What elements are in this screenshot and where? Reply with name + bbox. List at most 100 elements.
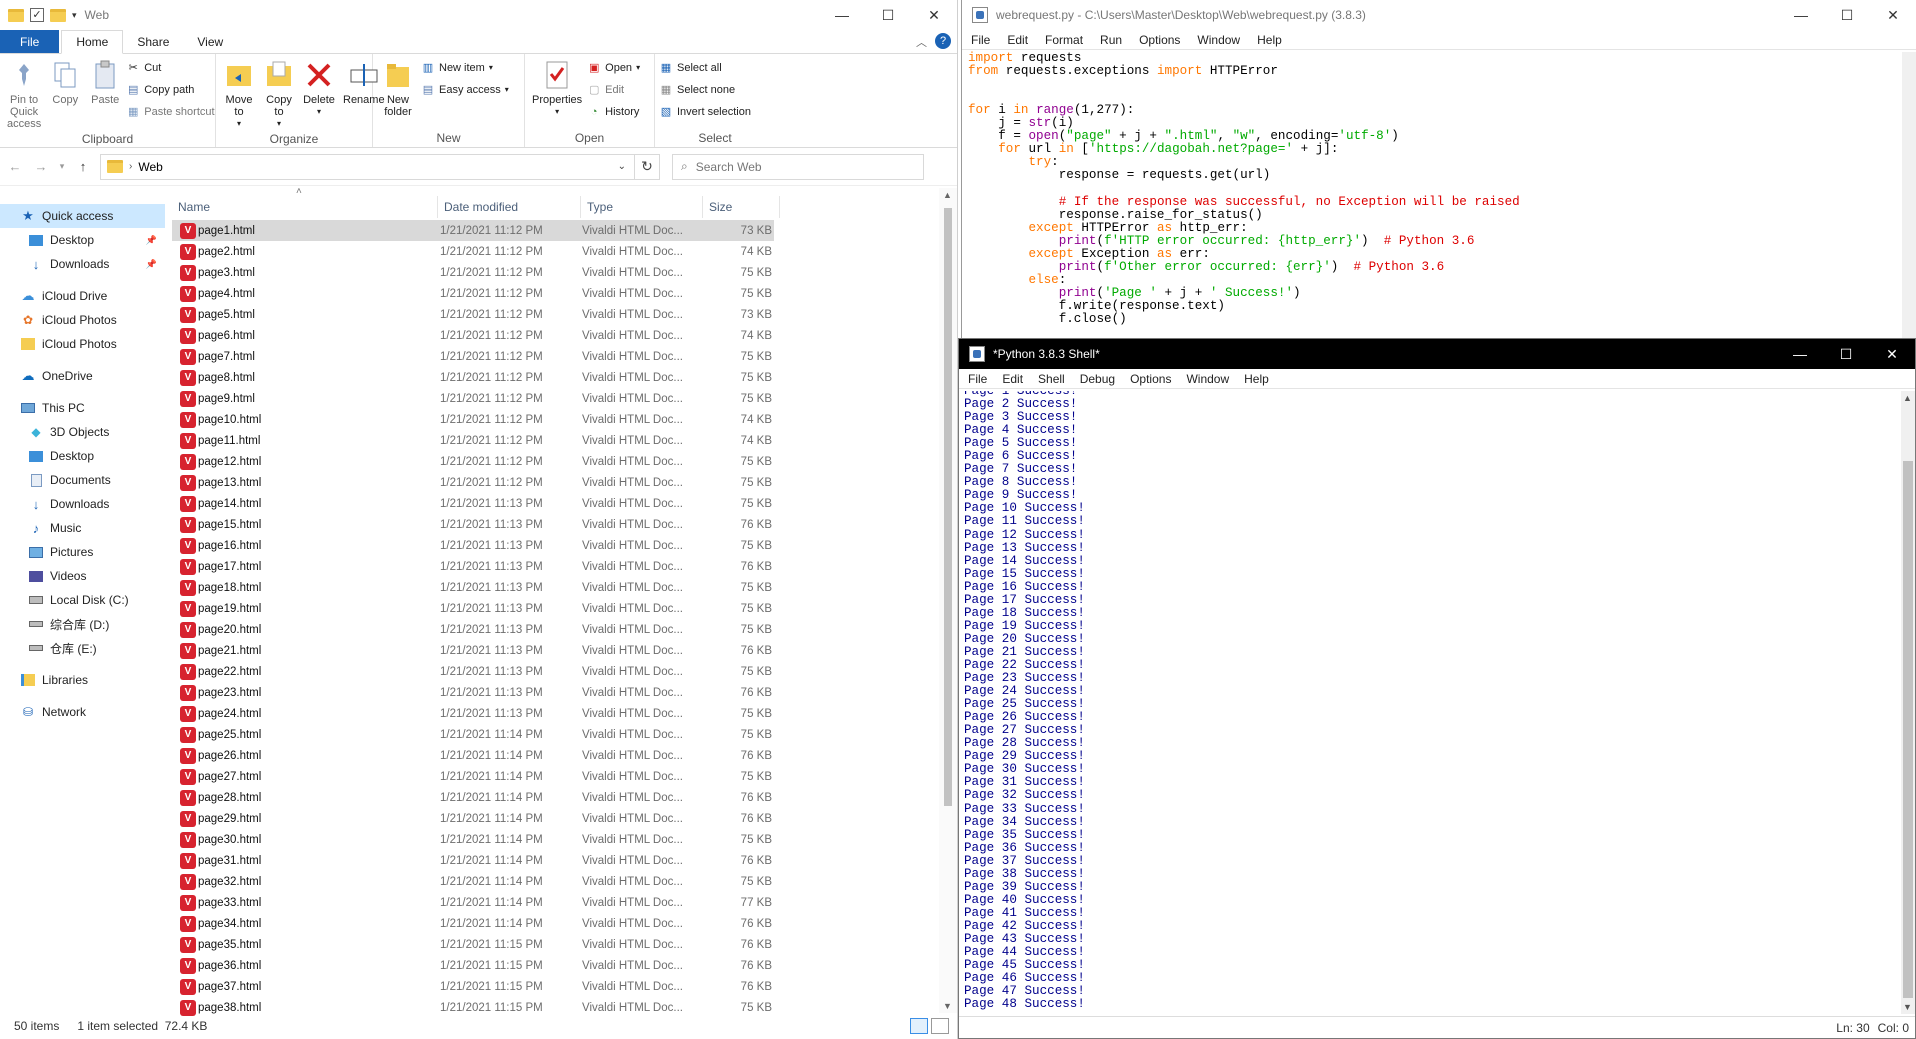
file-row[interactable]: Vpage1.html 1/21/2021 11:12 PM Vivaldi HTM… [172, 220, 774, 241]
nav-item-videos[interactable]: Videos [0, 564, 165, 588]
minimize-button[interactable]: — [819, 0, 865, 30]
menu-help[interactable]: Help [1257, 33, 1282, 47]
file-row[interactable]: Vpage23.html 1/21/2021 11:13 PM Vivaldi HT… [172, 682, 774, 703]
new-item-button[interactable]: ▥ New item ▾ [421, 58, 509, 77]
menu-options[interactable]: Options [1139, 33, 1180, 47]
nav-item-仓库-e-[interactable]: 仓库 (E:) [0, 636, 165, 660]
file-row[interactable]: Vpage27.html 1/21/2021 11:14 PM Vivaldi HT… [172, 766, 774, 787]
invert-selection-button[interactable]: ▧ Invert selection [659, 102, 751, 121]
menu-edit[interactable]: Edit [1007, 33, 1028, 47]
nav-item-libraries[interactable]: Libraries [0, 668, 165, 692]
code-area[interactable]: import requests from requests.exceptions … [968, 51, 1896, 326]
close-button[interactable]: ✕ [911, 0, 957, 30]
editor-maximize-button[interactable]: ☐ [1824, 0, 1870, 30]
nav-item-downloads[interactable]: ↓ Downloads 📌 [0, 252, 165, 276]
nav-item-network[interactable]: ⛁ Network [0, 700, 165, 724]
nav-item-desktop[interactable]: Desktop [0, 444, 165, 468]
large-icons-view-icon[interactable] [931, 1018, 949, 1034]
file-row[interactable]: Vpage32.html 1/21/2021 11:14 PM Vivaldi HT… [172, 871, 774, 892]
search-input[interactable]: ⌕ Search Web [672, 153, 924, 180]
menu-debug[interactable]: Debug [1080, 372, 1115, 386]
recent-locations-icon[interactable]: ▾ [58, 161, 66, 172]
file-row[interactable]: Vpage8.html 1/21/2021 11:12 PM Vivaldi HTM… [172, 367, 774, 388]
column-type[interactable]: Type [581, 196, 703, 218]
nav-item-综合库-d-[interactable]: 综合库 (D:) [0, 612, 165, 636]
editor-minimize-button[interactable]: — [1778, 0, 1824, 30]
nav-item-onedrive[interactable]: ☁ OneDrive [0, 364, 165, 388]
file-row[interactable]: Vpage21.html 1/21/2021 11:13 PM Vivaldi HT… [172, 640, 774, 661]
file-row[interactable]: Vpage13.html 1/21/2021 11:12 PM Vivaldi HT… [172, 472, 774, 493]
menu-options[interactable]: Options [1130, 372, 1171, 386]
editor-scrollbar[interactable] [1902, 52, 1916, 338]
cut-button[interactable]: ✂ Cut [126, 58, 214, 77]
copy-button[interactable]: Copy [46, 56, 84, 132]
copy-path-button[interactable]: ▤ Copy path [126, 80, 214, 99]
forward-arrow-icon[interactable]: → [32, 159, 50, 174]
file-row[interactable]: Vpage34.html 1/21/2021 11:14 PM Vivaldi HT… [172, 913, 774, 934]
collapse-ribbon-icon[interactable]: ︿ [916, 34, 927, 50]
shell-close-button[interactable]: ✕ [1869, 339, 1915, 369]
file-row[interactable]: Vpage10.html 1/21/2021 11:12 PM Vivaldi HT… [172, 409, 774, 430]
nav-item-3d-objects[interactable]: ◆ 3D Objects [0, 420, 165, 444]
file-row[interactable]: Vpage18.html 1/21/2021 11:13 PM Vivaldi HT… [172, 577, 774, 598]
new-folder-button[interactable]: New folder [377, 56, 419, 131]
tab-file[interactable]: File [0, 30, 60, 53]
file-row[interactable]: Vpage22.html 1/21/2021 11:13 PM Vivaldi HT… [172, 661, 774, 682]
nav-item-icloud-photos[interactable]: iCloud Photos [0, 332, 165, 356]
file-row[interactable]: Vpage17.html 1/21/2021 11:13 PM Vivaldi HT… [172, 556, 774, 577]
move-to-button[interactable]: Move to ▾ [220, 56, 258, 132]
editor-close-button[interactable]: ✕ [1870, 0, 1916, 30]
scrollbar-thumb[interactable] [944, 208, 952, 806]
tab-home[interactable]: Home [61, 30, 124, 54]
delete-button[interactable]: Delete ▾ [300, 56, 338, 132]
file-row[interactable]: Vpage6.html 1/21/2021 11:12 PM Vivaldi HTM… [172, 325, 774, 346]
select-none-button[interactable]: ▦ Select none [659, 80, 751, 99]
refresh-button[interactable]: ↻ [634, 153, 660, 180]
shell-scroll-up-icon[interactable]: ▲ [1903, 393, 1912, 403]
menu-help[interactable]: Help [1244, 372, 1269, 386]
file-row[interactable]: Vpage30.html 1/21/2021 11:14 PM Vivaldi HT… [172, 829, 774, 850]
file-row[interactable]: Vpage12.html 1/21/2021 11:12 PM Vivaldi HT… [172, 451, 774, 472]
nav-item-this-pc[interactable]: This PC [0, 396, 165, 420]
file-row[interactable]: Vpage31.html 1/21/2021 11:14 PM Vivaldi HT… [172, 850, 774, 871]
file-row[interactable]: Vpage15.html 1/21/2021 11:13 PM Vivaldi HT… [172, 514, 774, 535]
tab-view[interactable]: View [183, 30, 237, 53]
file-row[interactable]: Vpage37.html 1/21/2021 11:15 PM Vivaldi HT… [172, 976, 774, 997]
file-row[interactable]: Vpage24.html 1/21/2021 11:13 PM Vivaldi HT… [172, 703, 774, 724]
file-row[interactable]: Vpage36.html 1/21/2021 11:15 PM Vivaldi HT… [172, 955, 774, 976]
file-row[interactable]: Vpage29.html 1/21/2021 11:14 PM Vivaldi HT… [172, 808, 774, 829]
pin-to-quick-access-button[interactable]: Pin to Quick access [4, 56, 44, 132]
file-row[interactable]: Vpage20.html 1/21/2021 11:13 PM Vivaldi HT… [172, 619, 774, 640]
edit-button[interactable]: ▢ Edit [587, 80, 640, 99]
nav-item-documents[interactable]: Documents [0, 468, 165, 492]
menu-format[interactable]: Format [1045, 33, 1083, 47]
file-row[interactable]: Vpage19.html 1/21/2021 11:13 PM Vivaldi HT… [172, 598, 774, 619]
column-name[interactable]: Name [172, 196, 438, 218]
breadcrumb-web[interactable]: Web [138, 160, 162, 174]
nav-item-icloud-drive[interactable]: ☁ iCloud Drive [0, 284, 165, 308]
nav-item-desktop[interactable]: Desktop 📌 [0, 228, 165, 252]
details-view-icon[interactable] [910, 1018, 928, 1034]
file-row[interactable]: Vpage33.html 1/21/2021 11:14 PM Vivaldi HT… [172, 892, 774, 913]
file-row[interactable]: Vpage5.html 1/21/2021 11:12 PM Vivaldi HTM… [172, 304, 774, 325]
shell-scrollbar-thumb[interactable] [1903, 461, 1913, 998]
shell-scroll-down-icon[interactable]: ▼ [1903, 1002, 1912, 1012]
file-row[interactable]: Vpage2.html 1/21/2021 11:12 PM Vivaldi HTM… [172, 241, 774, 262]
properties-check-icon[interactable]: ✓ [30, 8, 44, 22]
menu-window[interactable]: Window [1197, 33, 1240, 47]
file-row[interactable]: Vpage9.html 1/21/2021 11:12 PM Vivaldi HTM… [172, 388, 774, 409]
menu-shell[interactable]: Shell [1038, 372, 1065, 386]
file-row[interactable]: Vpage16.html 1/21/2021 11:13 PM Vivaldi HT… [172, 535, 774, 556]
nav-item-local-disk-c-[interactable]: Local Disk (C:) [0, 588, 165, 612]
up-arrow-icon[interactable]: ↑ [74, 159, 92, 174]
menu-file[interactable]: File [968, 372, 987, 386]
select-all-button[interactable]: ▦ Select all [659, 58, 751, 77]
nav-item-quick-access[interactable]: ★ Quick access [0, 204, 165, 228]
nav-item-icloud-photos[interactable]: ✿ iCloud Photos [0, 308, 165, 332]
shell-scrollbar[interactable]: ▲ ▼ [1901, 391, 1915, 1014]
properties-button[interactable]: Properties ▾ [529, 56, 585, 131]
column-size[interactable]: Size [703, 196, 780, 218]
scroll-down-icon[interactable]: ▼ [943, 1001, 952, 1011]
open-button[interactable]: ▣ Open ▾ [587, 58, 640, 77]
file-row[interactable]: Vpage28.html 1/21/2021 11:14 PM Vivaldi HT… [172, 787, 774, 808]
